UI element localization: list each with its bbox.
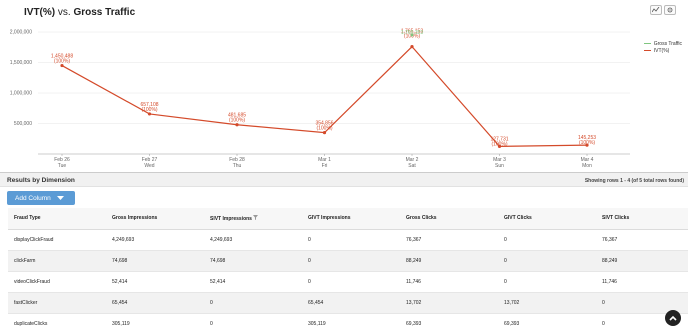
column-header-givt-clicks[interactable]: GIVT Clicks bbox=[498, 208, 596, 230]
cell-givt-impressions: 65,454 bbox=[302, 292, 400, 314]
cell-sivt-clicks: 11,746 bbox=[596, 271, 688, 293]
x-tick-day-label: Tue bbox=[58, 163, 67, 169]
legend-item-ivt[interactable]: IVT(%) bbox=[643, 47, 682, 54]
cell-sivt-impressions: 74,698 bbox=[204, 250, 302, 272]
legend-swatch-ivt bbox=[643, 49, 651, 52]
ivt-data-sublabel: (100%) bbox=[579, 140, 595, 146]
line-chart-toggle-icon[interactable] bbox=[650, 5, 662, 15]
chart-legend: Gross Traffic IVT(%) bbox=[643, 40, 682, 54]
ivt-data-point[interactable] bbox=[410, 45, 414, 49]
x-tick-day-label: Wed bbox=[144, 163, 154, 169]
ivt-data-sublabel: (100%) bbox=[229, 118, 245, 124]
cell-sivt-impressions: 0 bbox=[204, 313, 302, 334]
cell-givt-clicks: 13,702 bbox=[498, 292, 596, 314]
column-header-sivt-impressions-label: SIVT Impressions bbox=[210, 215, 252, 222]
cell-fraud-type: clickFarm bbox=[8, 250, 106, 272]
filter-icon[interactable] bbox=[253, 214, 259, 220]
column-header-fraud-type[interactable]: Fraud Type bbox=[8, 208, 106, 230]
cell-gross-impressions: 74,698 bbox=[106, 250, 204, 272]
x-tick-day-label: Fri bbox=[322, 163, 328, 169]
y-tick-label: 1,000,000 bbox=[10, 91, 32, 97]
column-header-sivt-impressions[interactable]: SIVT Impressions bbox=[204, 208, 302, 230]
x-tick-day-label: Mon bbox=[582, 163, 592, 169]
cell-givt-impressions: 0 bbox=[302, 271, 400, 293]
scroll-to-top-button[interactable] bbox=[665, 310, 681, 326]
cell-fraud-type: videoClickFraud bbox=[8, 271, 106, 293]
ivt-data-sublabel: (100%) bbox=[491, 141, 507, 147]
y-tick-label: 1,500,000 bbox=[10, 60, 32, 66]
legend-item-gross-traffic[interactable]: Gross Traffic bbox=[643, 40, 682, 47]
ivt-data-sublabel: (100%) bbox=[316, 126, 332, 132]
x-tick-day-label: Sun bbox=[495, 163, 504, 169]
legend-swatch-gross-traffic bbox=[643, 42, 651, 45]
cell-gross-impressions: 305,119 bbox=[106, 313, 204, 334]
table-row: displayClickFraud 4,249,693 4,249,693 0 … bbox=[8, 229, 688, 251]
cell-givt-impressions: 0 bbox=[302, 229, 400, 251]
chart-title: IVT(%) vs. Gross Traffic bbox=[24, 7, 135, 18]
y-tick-label: 500,000 bbox=[14, 121, 32, 127]
gross-traffic-data-label: 1,765,153 bbox=[401, 30, 423, 36]
ivt-data-sublabel: (100%) bbox=[54, 59, 70, 65]
add-column-label: Add Column bbox=[15, 194, 51, 202]
add-column-button[interactable]: Add Column bbox=[7, 191, 75, 205]
cell-gross-impressions: 65,454 bbox=[106, 292, 204, 314]
x-tick-day-label: Thu bbox=[233, 163, 242, 169]
cell-gross-impressions: 4,249,693 bbox=[106, 229, 204, 251]
chart-title-vs: vs. bbox=[55, 7, 74, 18]
cell-gross-clicks: 88,249 bbox=[400, 250, 498, 272]
results-section-header: Results by Dimension Showing rows 1 - 4 … bbox=[0, 172, 688, 187]
ivt-gross-traffic-line-chart: 500,0001,000,0001,500,0002,000,000Feb 26… bbox=[10, 29, 630, 169]
cell-givt-impressions: 305,119 bbox=[302, 313, 400, 334]
cell-fraud-type: fastClicker bbox=[8, 292, 106, 314]
ivt-data-sublabel: (100%) bbox=[141, 107, 157, 113]
table-row: clickFarm 74,698 74,698 0 88,249 0 88,24… bbox=[8, 250, 688, 272]
column-header-givt-impressions[interactable]: GIVT Impressions bbox=[302, 208, 400, 230]
cell-fraud-type: displayClickFraud bbox=[8, 229, 106, 251]
cell-givt-clicks: 69,393 bbox=[498, 313, 596, 334]
chart-title-dimension: Gross Traffic bbox=[73, 7, 136, 18]
settings-icon[interactable] bbox=[664, 5, 676, 15]
caret-down-icon bbox=[56, 196, 64, 200]
results-table: Fraud Type Gross Impressions SIVT Impres… bbox=[8, 208, 688, 334]
cell-sivt-clicks: 88,249 bbox=[596, 250, 688, 272]
cell-fraud-type: duplicateClicks bbox=[8, 313, 106, 334]
cell-gross-clicks: 76,367 bbox=[400, 229, 498, 251]
chart-title-metric: IVT(%) bbox=[24, 7, 56, 18]
table-row: duplicateClicks 305,119 0 305,119 69,393… bbox=[8, 313, 688, 334]
cell-gross-clicks: 11,746 bbox=[400, 271, 498, 293]
cell-gross-clicks: 69,393 bbox=[400, 313, 498, 334]
table-row: videoClickFraud 52,414 52,414 0 11,746 0… bbox=[8, 271, 688, 293]
results-title: Results by Dimension bbox=[7, 177, 75, 184]
cell-givt-clicks: 0 bbox=[498, 271, 596, 293]
column-header-gross-impressions[interactable]: Gross Impressions bbox=[106, 208, 204, 230]
legend-label-gross-traffic: Gross Traffic bbox=[653, 40, 682, 47]
cell-givt-impressions: 0 bbox=[302, 250, 400, 272]
cell-givt-clicks: 0 bbox=[498, 229, 596, 251]
legend-label-ivt: IVT(%) bbox=[653, 47, 670, 54]
x-tick-day-label: Sat bbox=[408, 163, 416, 169]
cell-sivt-impressions: 52,414 bbox=[204, 271, 302, 293]
chart-controls bbox=[650, 5, 676, 15]
column-header-gross-clicks[interactable]: Gross Clicks bbox=[400, 208, 498, 230]
table-row: fastClicker 65,454 0 65,454 13,702 13,70… bbox=[8, 292, 688, 314]
cell-sivt-impressions: 0 bbox=[204, 292, 302, 314]
table-header-row: Fraud Type Gross Impressions SIVT Impres… bbox=[8, 208, 688, 230]
chevron-up-icon bbox=[669, 315, 677, 321]
cell-sivt-clicks: 76,367 bbox=[596, 229, 688, 251]
column-header-sivt-clicks[interactable]: SIVT Clicks bbox=[596, 208, 688, 230]
cell-gross-impressions: 52,414 bbox=[106, 271, 204, 293]
cell-sivt-impressions: 4,249,693 bbox=[204, 229, 302, 251]
cell-givt-clicks: 0 bbox=[498, 250, 596, 272]
y-tick-label: 2,000,000 bbox=[10, 30, 32, 36]
results-row-count: Showing rows 1 - 4 (of 5 total rows foun… bbox=[584, 178, 684, 184]
cell-gross-clicks: 13,702 bbox=[400, 292, 498, 314]
